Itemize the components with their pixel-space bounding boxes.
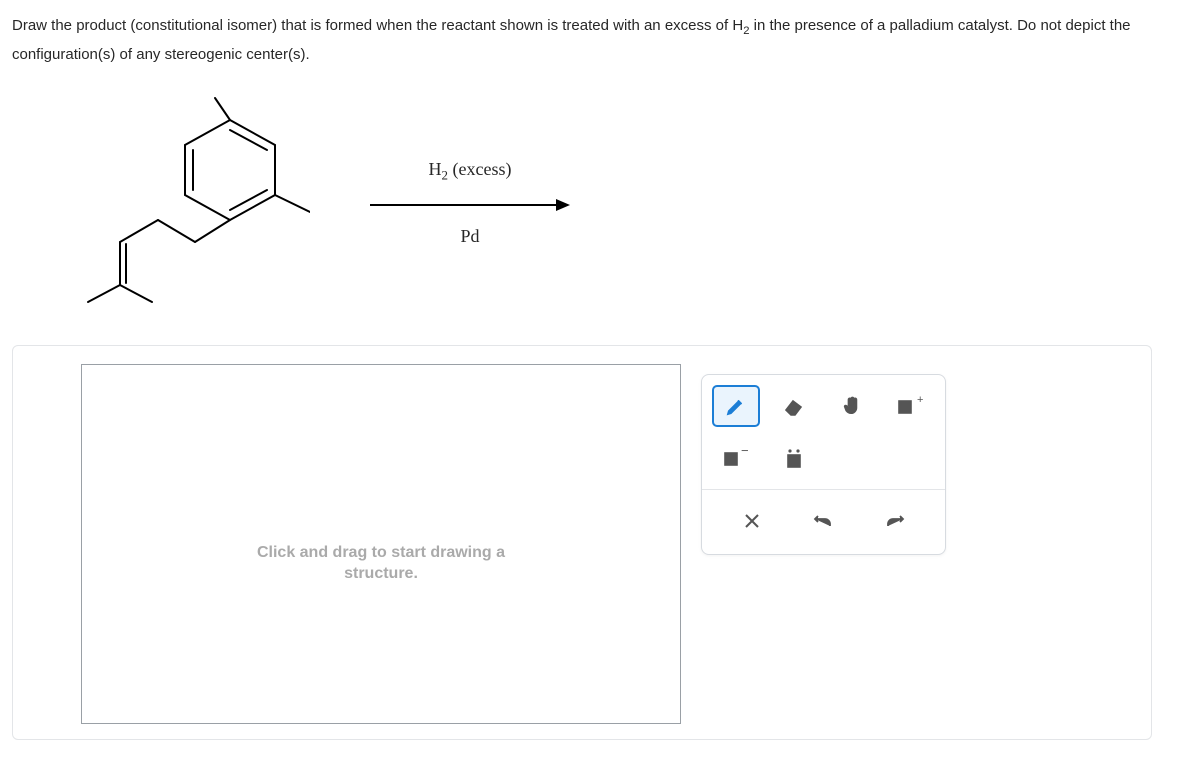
eraser-icon bbox=[782, 396, 806, 416]
hand-icon bbox=[841, 395, 863, 417]
problem-pre: Draw the product (constitutional isomer)… bbox=[12, 17, 743, 34]
drawing-canvas[interactable]: Click and drag to start drawing a struct… bbox=[81, 364, 681, 724]
canvas-placeholder: Click and drag to start drawing a struct… bbox=[257, 543, 505, 585]
erase-tool-button[interactable] bbox=[770, 385, 818, 427]
clear-button[interactable] bbox=[728, 500, 776, 542]
redo-icon bbox=[885, 512, 905, 530]
charge-plus-button[interactable]: + bbox=[886, 385, 934, 427]
redo-button[interactable] bbox=[871, 500, 919, 542]
svg-text:−: − bbox=[741, 447, 749, 458]
reagent-top-label: H2 (excess) bbox=[429, 159, 512, 184]
charge-minus-icon: − bbox=[723, 447, 749, 469]
lone-pair-button[interactable] bbox=[770, 437, 818, 479]
svg-text:+: + bbox=[917, 395, 923, 406]
reaction-arrow-group: H2 (excess) Pd bbox=[370, 159, 570, 247]
lone-pair-icon bbox=[782, 447, 806, 469]
problem-text: Draw the product (constitutional isomer)… bbox=[12, 12, 1166, 68]
pencil-icon bbox=[725, 395, 747, 417]
editor-panel: Click and drag to start drawing a struct… bbox=[12, 345, 1152, 740]
undo-button[interactable] bbox=[799, 500, 847, 542]
tool-palette: + − bbox=[701, 374, 946, 555]
close-icon bbox=[744, 513, 760, 529]
reactant-structure bbox=[70, 90, 310, 315]
catalyst-label: Pd bbox=[460, 226, 479, 247]
move-tool-button[interactable] bbox=[828, 385, 876, 427]
charge-plus-icon: + bbox=[897, 395, 923, 417]
undo-icon bbox=[813, 512, 833, 530]
reaction-arrow-icon bbox=[370, 198, 570, 212]
reaction-scheme: H2 (excess) Pd bbox=[70, 90, 1166, 315]
draw-tool-button[interactable] bbox=[712, 385, 760, 427]
charge-minus-button[interactable]: − bbox=[712, 437, 760, 479]
